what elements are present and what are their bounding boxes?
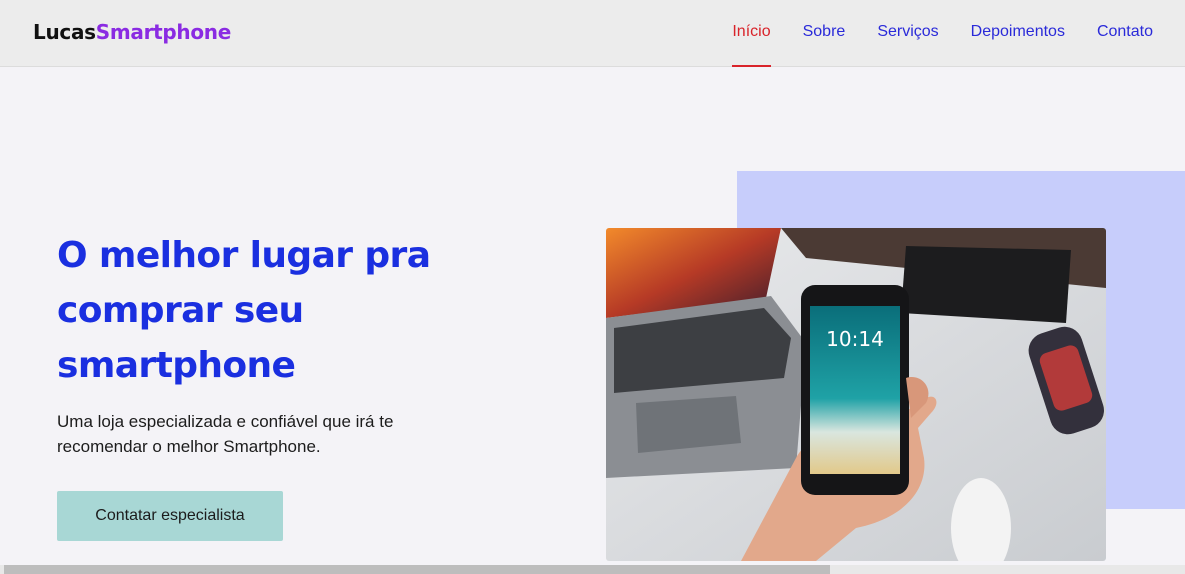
hero-subtitle: Uma loja especializada e confiável que i… — [57, 412, 394, 456]
scrollbar-thumb[interactable] — [4, 565, 830, 574]
nav-item-depoimentos[interactable]: Depoimentos — [971, 0, 1065, 67]
site-header: LucasSmartphone Início Sobre Serviços De… — [0, 0, 1185, 67]
phone-lockscreen-time: 10:14 — [826, 327, 884, 351]
nav-item-sobre[interactable]: Sobre — [803, 0, 846, 67]
main-nav: Início Sobre Serviços Depoimentos Contat… — [700, 0, 1153, 67]
hero-title-line-1: O melhor lugar pra — [57, 235, 431, 276]
hero-title-line-2: comprar seu — [57, 290, 304, 331]
nav-item-contato[interactable]: Contato — [1097, 0, 1153, 67]
hero-title: O melhor lugar pra comprar seu smartphon… — [57, 228, 487, 393]
logo-part-lucas: Lucas — [33, 20, 96, 44]
nav-item-inicio[interactable]: Início — [732, 0, 771, 67]
logo-part-smartphone: Smartphone — [95, 20, 232, 44]
brand-logo[interactable]: LucasSmartphone — [33, 20, 231, 44]
horizontal-scrollbar[interactable] — [0, 565, 1185, 574]
hero-title-line-3: smartphone — [57, 345, 296, 386]
hero-photo-hand-holding-smartphone: 10:14 — [606, 228, 1106, 561]
contact-specialist-button[interactable]: Contatar especialista — [57, 491, 283, 541]
nav-item-servicos[interactable]: Serviços — [877, 0, 938, 67]
